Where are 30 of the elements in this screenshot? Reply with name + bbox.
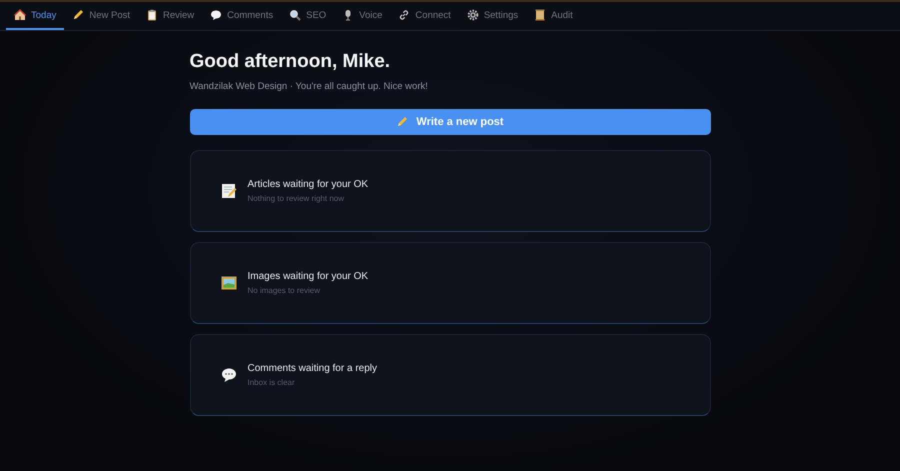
pencil-icon [396,116,408,128]
nav-tab[interactable]: Connect [390,2,459,30]
nav-tab[interactable]: Review [138,2,202,30]
nav-tab[interactable]: Audit [526,2,581,30]
speech-bubble-icon [220,367,236,383]
framed-picture-icon [220,275,236,291]
card-title: Comments waiting for a reply [248,363,377,374]
gear-icon [466,9,479,21]
card-status: Inbox is clear [248,378,296,387]
nav-tab[interactable]: SEO [281,2,334,30]
nav-tab[interactable]: Today [6,2,64,30]
house-icon [14,9,26,21]
speech-bubble-icon [210,9,222,21]
card-status: No images to review [248,286,321,295]
nav-tab[interactable]: Settings [458,2,526,30]
memo-icon [220,183,236,199]
search-icon [289,9,302,21]
pencil-icon [72,9,84,21]
card-status: Nothing to review right now [248,194,345,203]
link-icon [398,9,410,21]
greeting-heading: Good afternoon, Mike. [190,50,392,74]
nav-tab[interactable]: Voice [334,2,390,30]
card-title: Images waiting for your OK [248,271,368,282]
write-post-button[interactable]: Write a new post [190,109,710,135]
card-title: Articles waiting for your OK [248,179,368,190]
nav-tab[interactable]: New Post [64,2,138,30]
clipboard-icon [146,9,158,21]
scroll-icon [534,9,546,21]
nav-tab[interactable]: Comments [202,2,282,30]
subtitle: Wandzilak Web Design · You're all caught up. Nice work! [190,81,429,92]
